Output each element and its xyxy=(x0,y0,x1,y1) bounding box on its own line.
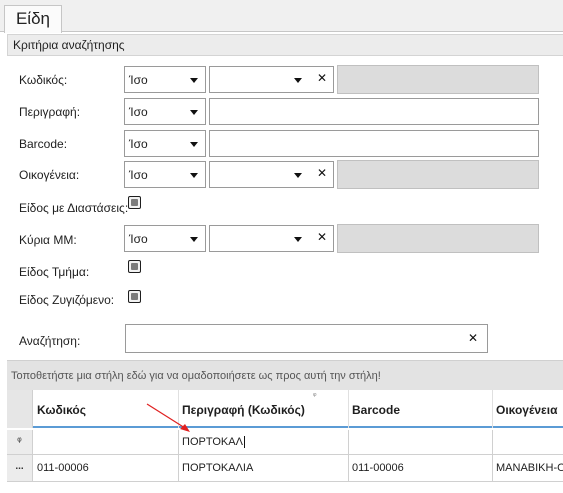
family-operator-value: Ίσο xyxy=(129,168,148,182)
column-header-label: Κωδικός xyxy=(37,403,87,417)
items-grid: Κωδικός Περιγραφή (Κωδικός) Barcode Οικο… xyxy=(7,390,563,486)
code-operator-value: Ίσο xyxy=(129,73,148,87)
search-label: Αναζήτηση: xyxy=(19,334,81,348)
chevron-down-icon xyxy=(190,142,198,147)
cell-barcode[interactable]: 011-00006 xyxy=(349,455,493,481)
barcode-input[interactable] xyxy=(209,130,539,157)
search-input[interactable]: ✕ xyxy=(125,324,488,353)
clear-icon[interactable]: ✕ xyxy=(468,331,478,345)
text-cursor xyxy=(243,436,245,449)
family-value-select[interactable]: ✕ xyxy=(209,161,334,188)
section-item-label: Είδος Τμήμα: xyxy=(19,265,90,279)
column-header-family[interactable]: Οικογένεια xyxy=(493,390,563,428)
filter-cell-description[interactable]: ΠΟΡΤΟΚΑΛ xyxy=(179,430,349,454)
filter-icon: ᵠ xyxy=(313,391,317,400)
column-header-label: Barcode xyxy=(352,403,401,417)
description-operator-select[interactable]: Ίσο xyxy=(124,98,206,125)
criteria-header[interactable]: Κριτήρια αναζήτησης xyxy=(7,34,563,56)
chevron-down-icon[interactable] xyxy=(294,173,302,178)
chevron-down-icon xyxy=(190,78,198,83)
row-indicator: ... xyxy=(7,455,33,481)
clear-icon[interactable]: ✕ xyxy=(317,71,327,85)
clear-icon[interactable]: ✕ xyxy=(317,166,327,180)
cell-code[interactable]: 011-00006 xyxy=(34,455,179,481)
chevron-down-icon xyxy=(190,237,198,242)
dimensions-checkbox[interactable] xyxy=(128,196,141,209)
unit-to-field xyxy=(337,224,539,253)
unit-operator-value: Ίσο xyxy=(129,232,148,246)
group-by-panel[interactable]: Τοποθετήστε μια στήλη εδώ για να ομαδοπο… xyxy=(7,360,563,390)
grid-header: Κωδικός Περιγραφή (Κωδικός) Barcode Οικο… xyxy=(7,390,563,428)
table-row[interactable]: ... 011-00006 ΠΟΡΤΟΚΑΛΙΑ 011-00006 ΜΑΝΑΒ… xyxy=(7,455,563,482)
clear-icon[interactable]: ✕ xyxy=(317,230,327,244)
column-header-description[interactable]: Περιγραφή (Κωδικός) xyxy=(179,390,349,428)
column-header-label: Περιγραφή (Κωδικός) xyxy=(182,403,305,417)
unit-operator-select[interactable]: Ίσο xyxy=(124,225,206,252)
chevron-down-icon xyxy=(190,110,198,115)
column-header-label: Οικογένεια xyxy=(496,403,558,417)
cell-family[interactable]: ΜΑΝΑΒΙΚΗ-Ο xyxy=(493,455,563,481)
code-label: Κωδικός: xyxy=(19,73,68,87)
tab-items[interactable]: Είδη xyxy=(4,5,62,33)
dimensions-label: Είδος με Διαστάσεις: xyxy=(19,201,129,215)
filter-row-indicator: ᵠ xyxy=(7,430,33,454)
barcode-operator-select[interactable]: Ίσο xyxy=(124,130,206,157)
filter-cell-family[interactable] xyxy=(493,430,563,454)
weighted-checkbox[interactable] xyxy=(128,290,141,303)
family-label: Οικογένεια: xyxy=(19,168,80,182)
cell-description[interactable]: ΠΟΡΤΟΚΑΛΙΑ xyxy=(179,455,349,481)
code-operator-select[interactable]: Ίσο xyxy=(124,66,206,93)
auto-filter-row: ᵠ ΠΟΡΤΟΚΑΛ xyxy=(7,430,563,455)
family-to-field xyxy=(337,160,539,189)
items-search-screen: Είδη Κριτήρια αναζήτησης Κωδικός: Ίσο ✕ … xyxy=(0,0,563,493)
description-input[interactable] xyxy=(209,98,539,125)
filter-value: ΠΟΡΤΟΚΑΛ xyxy=(182,436,243,448)
code-value-select[interactable]: ✕ xyxy=(209,66,334,93)
chevron-down-icon xyxy=(190,173,198,178)
tab-strip: Είδη xyxy=(0,0,563,33)
section-item-checkbox[interactable] xyxy=(128,260,141,273)
weighted-label: Είδος Ζυγιζόμενο: xyxy=(19,293,115,307)
chevron-down-icon[interactable] xyxy=(294,78,302,83)
family-operator-select[interactable]: Ίσο xyxy=(124,161,206,188)
unit-label: Κύρια ΜΜ: xyxy=(19,233,77,247)
chevron-down-icon[interactable] xyxy=(294,237,302,242)
description-operator-value: Ίσο xyxy=(129,105,148,119)
barcode-operator-value: Ίσο xyxy=(129,137,148,151)
column-header-barcode[interactable]: Barcode xyxy=(349,390,493,428)
description-label: Περιγραφή: xyxy=(19,105,81,119)
barcode-label: Barcode: xyxy=(19,137,68,151)
grid-corner xyxy=(7,390,33,428)
code-to-field xyxy=(337,65,539,94)
column-header-code[interactable]: Κωδικός xyxy=(34,390,179,428)
filter-cell-barcode[interactable] xyxy=(349,430,493,454)
unit-value-select[interactable]: ✕ xyxy=(209,225,334,252)
filter-cell-code[interactable] xyxy=(34,430,179,454)
